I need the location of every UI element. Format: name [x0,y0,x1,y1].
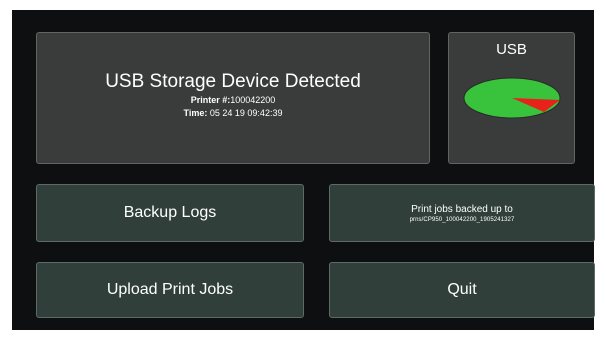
upload-print-jobs-button[interactable]: Upload Print Jobs [36,262,304,318]
usb-usage-pie-icon [463,77,560,119]
usb-panel: USB [448,32,575,164]
printer-number-label: Printer #: [190,95,231,105]
backup-info-panel: Print jobs backed up to prns/CP950_10004… [329,184,595,242]
printer-screen: USB Storage Device Detected Printer #:10… [12,10,595,330]
quit-button[interactable]: Quit [329,262,595,318]
usb-status-panel: USB Storage Device Detected Printer #:10… [36,32,430,164]
status-time: Time: 05 24 19 09:42:39 [37,108,429,119]
usb-label: USB [496,41,527,58]
backup-logs-button[interactable]: Backup Logs [36,184,304,242]
status-title: USB Storage Device Detected [105,71,361,92]
time-value: 05 24 19 09:42:39 [209,108,283,118]
printer-number: Printer #:100042200 [37,95,429,106]
printer-number-value: 100042200 [230,95,276,105]
backup-info-line1: Print jobs backed up to [411,203,513,215]
time-label: Time: [183,108,208,118]
backup-info-path: prns/CP950_100042200_1905241327 [409,216,515,223]
